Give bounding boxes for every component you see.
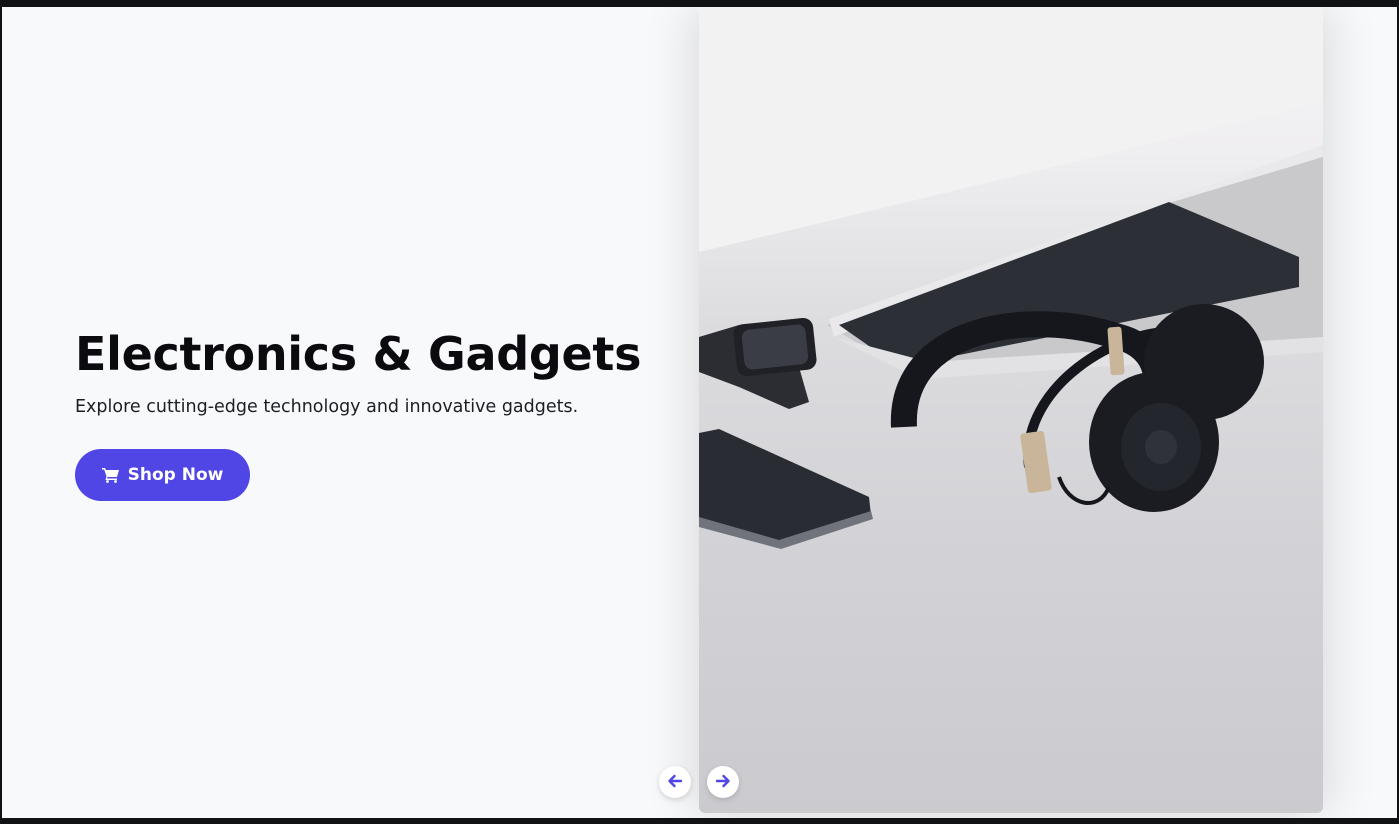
hero-subtitle: Explore cutting-edge technology and inno… bbox=[75, 397, 579, 417]
cart-icon bbox=[101, 467, 120, 483]
shop-now-button[interactable]: Shop Now bbox=[75, 449, 250, 501]
carousel-next-button[interactable] bbox=[707, 766, 739, 798]
hero-text-block: Electronics & Gadgets Explore cutting-ed… bbox=[75, 327, 675, 419]
carousel-prev-button[interactable] bbox=[659, 766, 691, 798]
arrow-right-icon bbox=[715, 773, 731, 792]
hero-title: Electronics & Gadgets bbox=[75, 327, 642, 381]
phone-illustration bbox=[699, 429, 873, 549]
shop-now-label: Shop Now bbox=[127, 465, 224, 485]
hero-section: Electronics & Gadgets Explore cutting-ed… bbox=[2, 7, 1397, 818]
arrow-left-icon bbox=[667, 773, 683, 792]
product-image bbox=[699, 7, 1323, 813]
watch-illustration bbox=[699, 317, 817, 409]
